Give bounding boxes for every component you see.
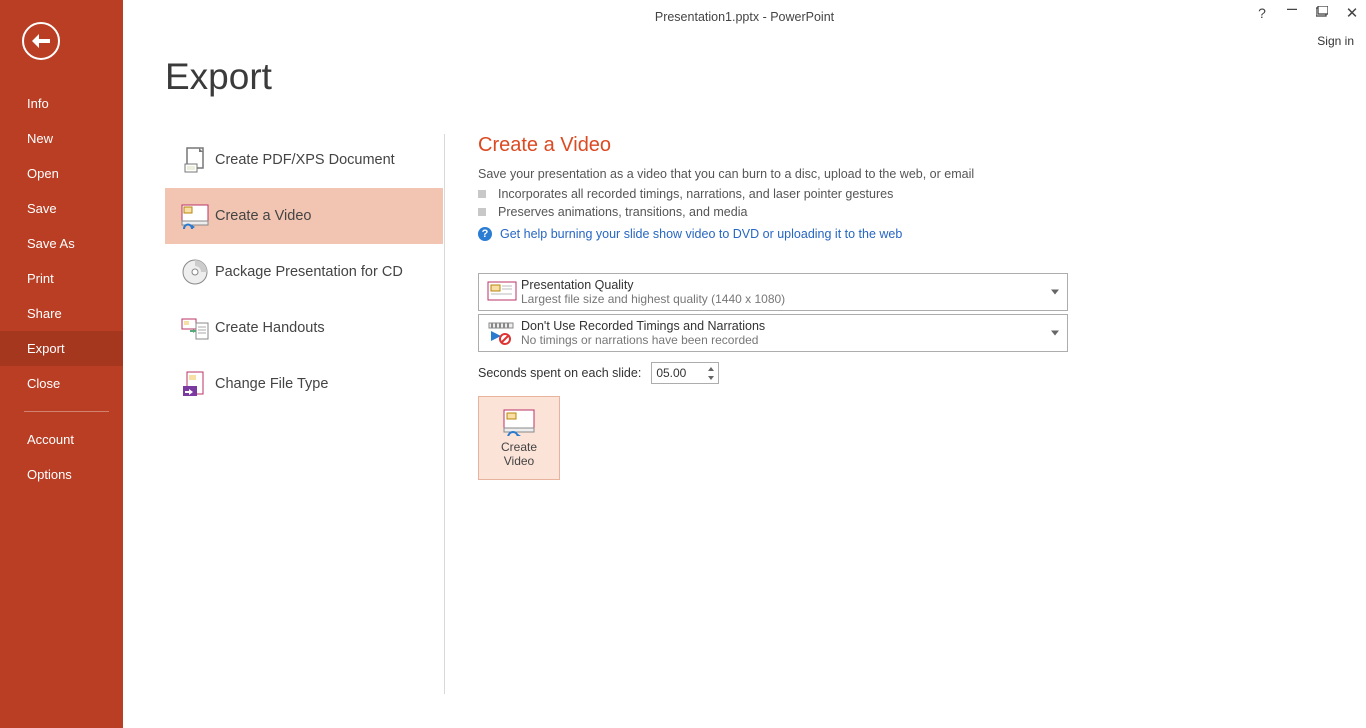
seconds-label: Seconds spent on each slide: xyxy=(478,366,641,380)
create-video-label-1: Create xyxy=(501,440,537,454)
quality-icon xyxy=(483,281,521,303)
close-icon[interactable]: ✕ xyxy=(1342,4,1362,22)
video-icon xyxy=(175,203,215,229)
chevron-down-icon xyxy=(1051,331,1059,336)
sidebar-item-share[interactable]: Share xyxy=(0,296,123,331)
sidebar-item-close[interactable]: Close xyxy=(0,366,123,401)
sidebar-item-open[interactable]: Open xyxy=(0,156,123,191)
export-option-label: Package Presentation for CD xyxy=(215,264,403,280)
detail-title: Create a Video xyxy=(478,134,1078,157)
sidebar-item-save[interactable]: Save xyxy=(0,191,123,226)
seconds-stepper[interactable]: 05.00 xyxy=(651,362,719,384)
export-option-pdf[interactable]: Create PDF/XPS Document xyxy=(165,132,443,188)
bullet-icon xyxy=(478,208,486,216)
vertical-divider xyxy=(444,134,445,694)
export-detail-pane: Create a Video Save your presentation as… xyxy=(478,134,1078,480)
create-video-icon xyxy=(502,408,536,436)
sidebar-item-options[interactable]: Options xyxy=(0,457,123,492)
page-title: Export xyxy=(165,56,272,98)
export-option-handouts[interactable]: Create Handouts xyxy=(165,300,443,356)
filetype-icon xyxy=(175,370,215,398)
back-button[interactable] xyxy=(22,22,60,60)
detail-bullet: Preserves animations, transitions, and m… xyxy=(478,205,1078,219)
detail-bullet: Incorporates all recorded timings, narra… xyxy=(478,187,1078,201)
sidebar-item-saveas[interactable]: Save As xyxy=(0,226,123,261)
cd-icon xyxy=(175,258,215,286)
timings-title: Don't Use Recorded Timings and Narration… xyxy=(521,319,765,333)
help-icon[interactable]: ? xyxy=(1252,5,1272,21)
restore-icon[interactable] xyxy=(1312,5,1332,21)
sidebar-item-new[interactable]: New xyxy=(0,121,123,156)
timings-sub: No timings or narrations have been recor… xyxy=(521,333,765,347)
timings-icon xyxy=(483,321,521,345)
export-option-filetype[interactable]: Change File Type xyxy=(165,356,443,412)
help-link[interactable]: Get help burning your slide show video t… xyxy=(500,227,902,241)
backstage-sidebar: Info New Open Save Save As Print Share E… xyxy=(0,0,123,728)
seconds-value: 05.00 xyxy=(656,366,686,380)
timings-dropdown[interactable]: Don't Use Recorded Timings and Narration… xyxy=(478,314,1068,352)
export-option-label: Create PDF/XPS Document xyxy=(215,152,395,168)
title-bar: Presentation1.pptx - PowerPoint xyxy=(123,0,1366,30)
export-option-cd[interactable]: Package Presentation for CD xyxy=(165,244,443,300)
sidebar-item-print[interactable]: Print xyxy=(0,261,123,296)
chevron-down-icon xyxy=(1051,290,1059,295)
help-row: ? Get help burning your slide show video… xyxy=(478,227,1078,241)
bullet-text: Preserves animations, transitions, and m… xyxy=(498,205,747,219)
sidebar-nav: Info New Open Save Save As Print Share E… xyxy=(0,86,123,492)
handouts-icon xyxy=(175,315,215,341)
quality-title: Presentation Quality xyxy=(521,278,785,292)
quality-dropdown[interactable]: Presentation Quality Largest file size a… xyxy=(478,273,1068,311)
quality-sub: Largest file size and highest quality (1… xyxy=(521,292,785,306)
export-option-list: Create PDF/XPS Document Create a Video P… xyxy=(165,132,443,412)
export-option-video[interactable]: Create a Video xyxy=(165,188,443,244)
export-option-label: Change File Type xyxy=(215,376,328,392)
stepper-up-icon[interactable] xyxy=(705,364,717,373)
export-option-label: Create Handouts xyxy=(215,320,325,336)
sidebar-item-export[interactable]: Export xyxy=(0,331,123,366)
export-option-label: Create a Video xyxy=(215,208,311,224)
help-icon: ? xyxy=(478,227,492,241)
create-video-button[interactable]: Create Video xyxy=(478,396,560,480)
window-title: Presentation1.pptx - PowerPoint xyxy=(655,10,834,24)
seconds-row: Seconds spent on each slide: 05.00 xyxy=(478,362,1078,384)
window-controls: ? – ✕ xyxy=(1252,2,1362,23)
pdf-icon xyxy=(175,146,215,174)
bullet-icon xyxy=(478,190,486,198)
bullet-text: Incorporates all recorded timings, narra… xyxy=(498,187,893,201)
stepper-down-icon[interactable] xyxy=(705,373,717,382)
arrow-left-icon xyxy=(32,34,50,48)
detail-description: Save your presentation as a video that y… xyxy=(478,167,1078,181)
sidebar-item-info[interactable]: Info xyxy=(0,86,123,121)
minimize-icon[interactable]: – xyxy=(1282,0,1302,19)
create-video-label-2: Video xyxy=(504,454,534,468)
sidebar-separator xyxy=(24,411,109,412)
sign-in-link[interactable]: Sign in xyxy=(1317,34,1354,48)
sidebar-item-account[interactable]: Account xyxy=(0,422,123,457)
